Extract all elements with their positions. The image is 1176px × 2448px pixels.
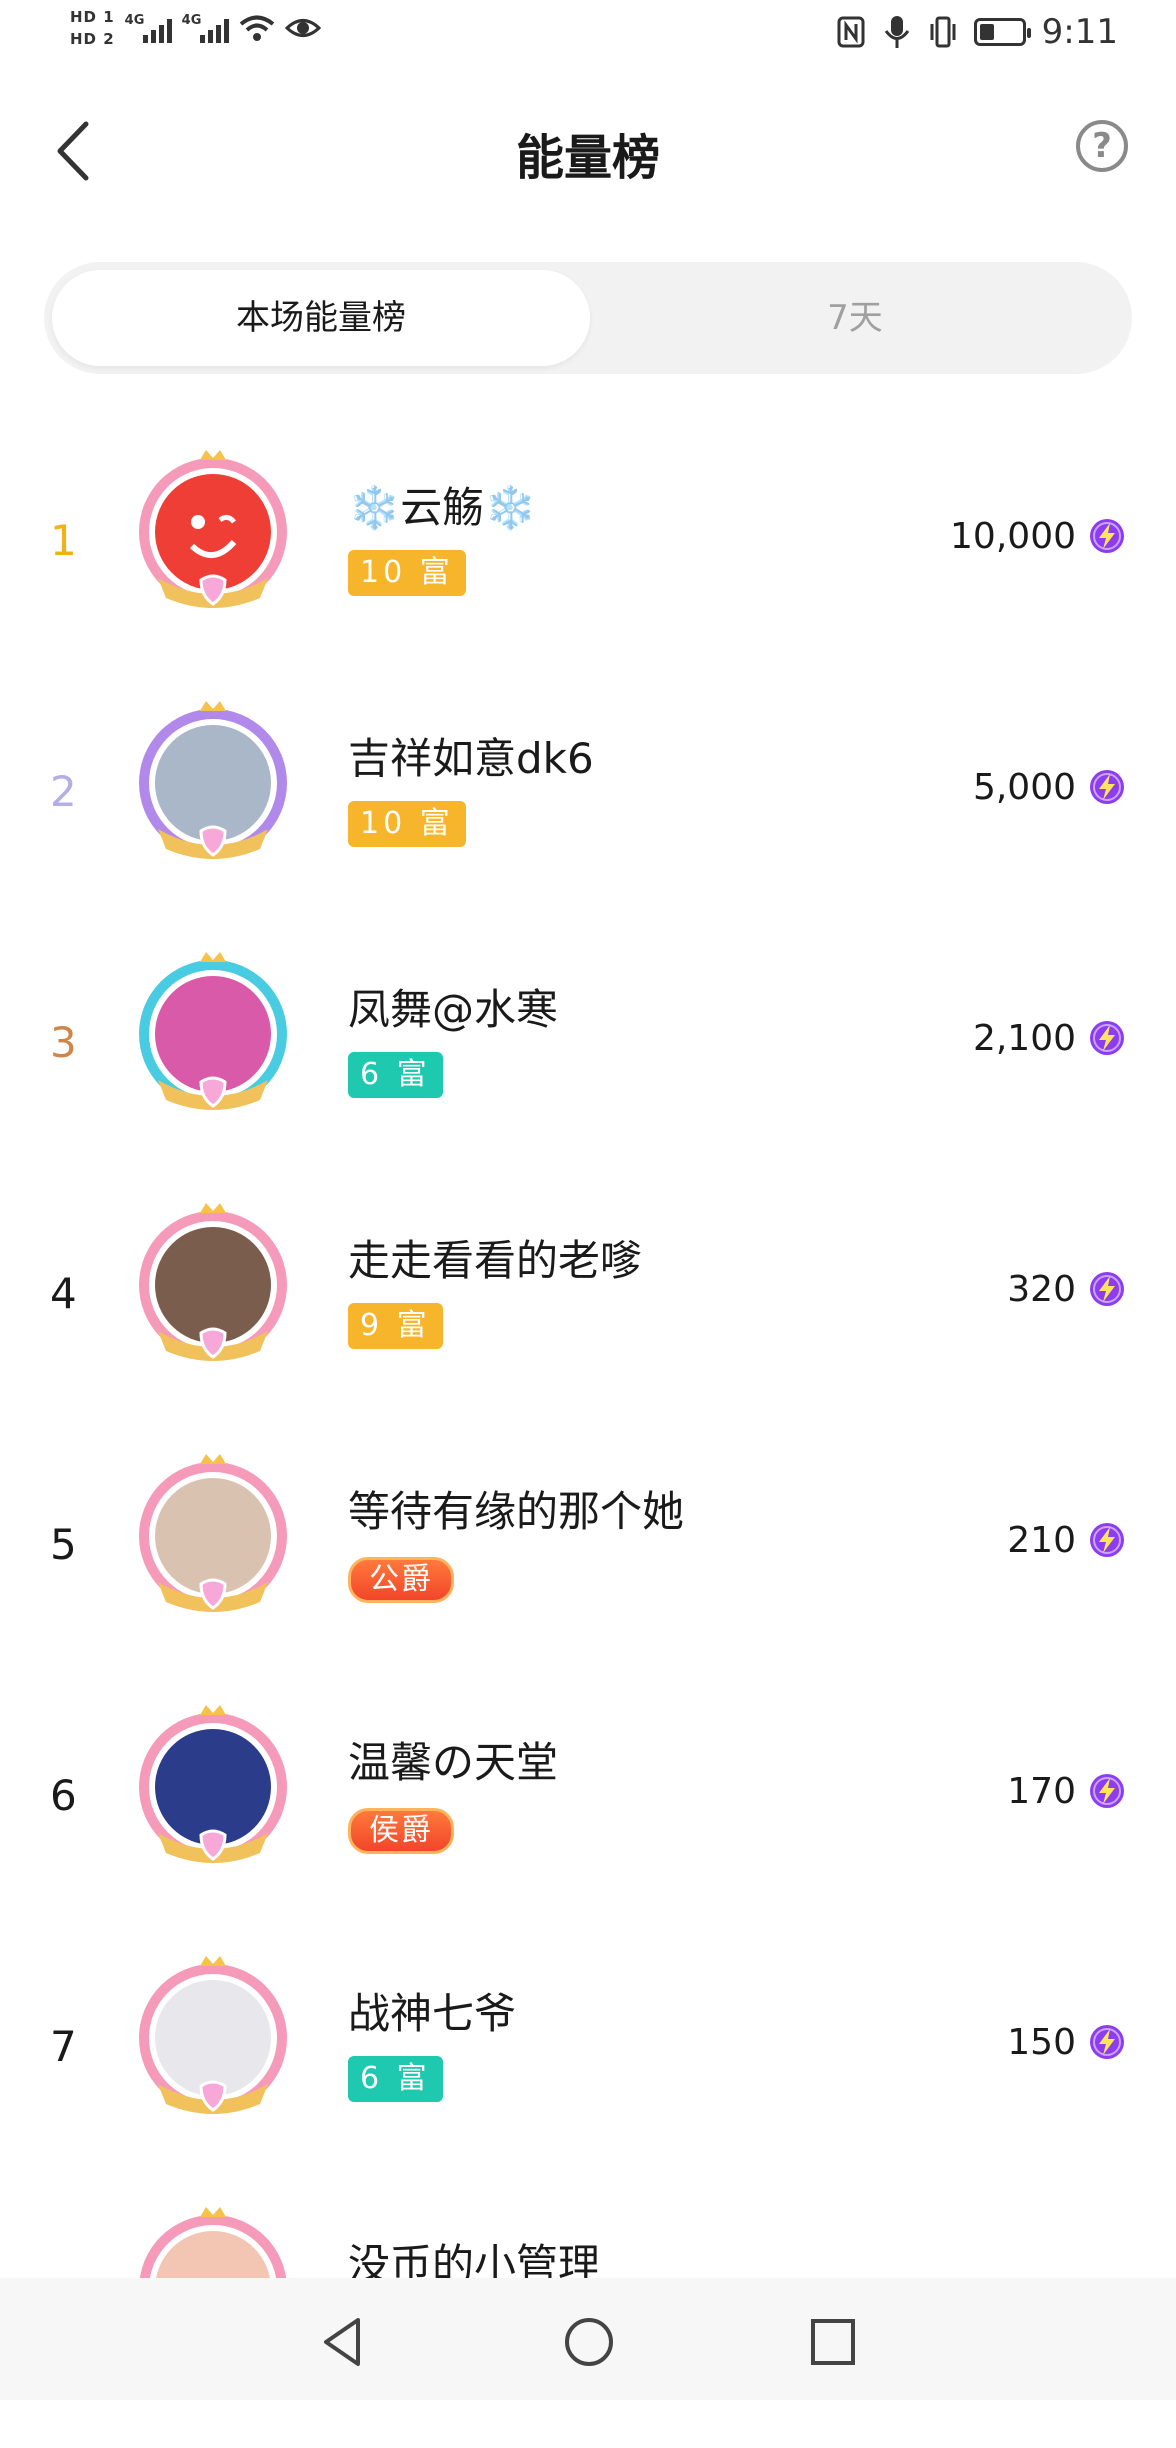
tab-7-days[interactable]: 7天 <box>586 270 1124 366</box>
rank-number: 4 <box>50 1269 77 1318</box>
list-item[interactable]: 6 温馨の天堂侯爵 170 <box>0 1695 1176 1946</box>
list-item[interactable]: 7 战神七爷 6 富 150 <box>0 1946 1176 2197</box>
rank-number: 1 <box>50 516 77 565</box>
battery-icon <box>973 18 1031 46</box>
lightning-bolt-icon <box>1090 1774 1124 1808</box>
energy-score: 320 <box>1007 1269 1076 1310</box>
wealth-badge: 侯爵 <box>348 1808 454 1854</box>
wealth-badge: 9 富 <box>348 1303 443 1349</box>
wealth-badge: 6 富 <box>348 1052 443 1098</box>
wifi-icon <box>239 15 274 41</box>
nav-recents-button[interactable] <box>808 2314 858 2370</box>
user-name: 吉祥如意dk6 <box>348 734 594 783</box>
vibrate-icon <box>930 16 956 48</box>
wealth-badge: 10 富 <box>348 801 466 847</box>
user-name: 走走看看的老嗲 <box>348 1236 643 1285</box>
user-name: 等待有缘的那个她 <box>348 1487 685 1536</box>
list-item[interactable]: 5 等待有缘的那个她 公爵 210 <box>0 1444 1176 1695</box>
header: 能量榜 ? <box>0 90 1176 210</box>
signal-icon-2: 4G <box>182 13 229 43</box>
page-title: 能量榜 <box>515 130 660 186</box>
help-button[interactable]: ? <box>1076 120 1128 172</box>
user-name: 凤舞@水寒 <box>348 985 559 1034</box>
sim2-label: HD 2 <box>70 30 115 48</box>
list-item[interactable]: 1 ❄️云觞❄️ 10 富 10,000 <box>0 440 1176 691</box>
avatar[interactable] <box>128 1705 298 1875</box>
list-item[interactable]: 3 凤舞@水寒 6 富 2,100 <box>0 942 1176 1193</box>
eye-icon <box>284 19 321 37</box>
wealth-badge: 6 富 <box>348 2056 443 2102</box>
signal-icon: 4G <box>125 13 172 43</box>
user-name: 战神七爷 <box>348 1989 517 2038</box>
wealth-badge: 10 富 <box>348 550 466 596</box>
nav-home-button[interactable] <box>562 2314 616 2370</box>
question-circle-icon: ? <box>1092 126 1112 166</box>
microphone-icon <box>884 16 909 48</box>
tab-switcher: 本场能量榜 7天 <box>44 262 1132 374</box>
lightning-bolt-icon <box>1090 1021 1124 1055</box>
lightning-bolt-icon <box>1090 2025 1124 2059</box>
energy-score: 150 <box>1007 2022 1076 2063</box>
energy-score: 170 <box>1007 1771 1076 1812</box>
system-nav-bar <box>0 2278 1176 2400</box>
energy-score: 2,100 <box>972 1018 1076 1059</box>
avatar[interactable] <box>128 701 298 871</box>
energy-score: 5,000 <box>972 767 1076 808</box>
lightning-bolt-icon <box>1090 770 1124 804</box>
sim-indicator: HD 1 HD 2 <box>70 8 115 48</box>
rank-number: 5 <box>50 1520 77 1569</box>
lightning-bolt-icon <box>1090 519 1124 553</box>
avatar[interactable] <box>128 1203 298 1373</box>
avatar[interactable] <box>128 1454 298 1624</box>
energy-score: 10,000 <box>950 516 1076 557</box>
sim1-label: HD 1 <box>70 8 115 26</box>
energy-score: 210 <box>1007 1520 1076 1561</box>
avatar[interactable] <box>128 1956 298 2126</box>
tab-current-session[interactable]: 本场能量榜 <box>52 270 590 366</box>
avatar[interactable] <box>128 952 298 1122</box>
avatar[interactable] <box>128 450 298 620</box>
rank-number: 3 <box>50 1018 77 1067</box>
rank-number: 6 <box>50 1771 77 1820</box>
user-name: 温馨の天堂 <box>348 1738 559 1787</box>
rank-number: 2 <box>50 767 77 816</box>
nav-back-button[interactable] <box>318 2314 368 2370</box>
clock: 9:11 <box>1041 12 1118 52</box>
status-bar: HD 1 HD 2 4G 4G 9:11 <box>0 0 1176 70</box>
nfc-icon <box>837 16 865 48</box>
lightning-bolt-icon <box>1090 1523 1124 1557</box>
lightning-bolt-icon <box>1090 1272 1124 1306</box>
list-item[interactable]: 4 走走看看的老嗲 9 富 320 <box>0 1193 1176 1444</box>
rank-number: 7 <box>50 2022 77 2071</box>
list-item[interactable]: 2 吉祥如意dk6 10 富 5,000 <box>0 691 1176 942</box>
wealth-badge: 公爵 <box>348 1557 454 1603</box>
user-name: ❄️云觞❄️ <box>348 483 537 532</box>
